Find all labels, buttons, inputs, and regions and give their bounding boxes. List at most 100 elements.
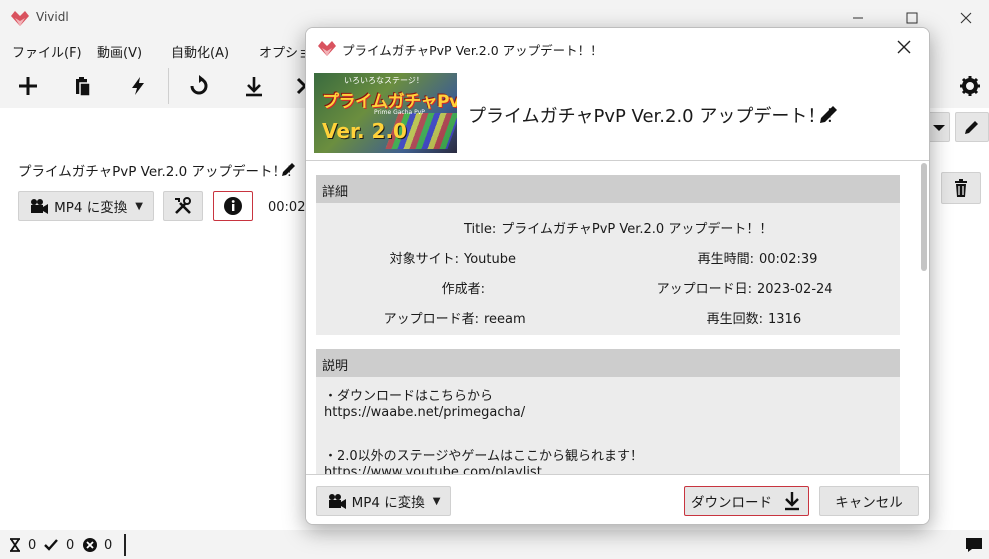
thumbnail-sub: Prime Gacha PvP [374, 109, 425, 116]
detail-views-value: 1316 [768, 312, 802, 327]
paste-button[interactable] [64, 70, 102, 102]
detail-author-row: 作成者: [316, 278, 490, 297]
convert-label: MP4 に変換 [54, 200, 128, 216]
description-heading-label: 説明 [322, 359, 349, 374]
status-bar: 0 0 0 [0, 530, 989, 559]
toolbar-separator [168, 68, 169, 104]
cancel-button[interactable]: キャンセル [819, 486, 919, 516]
gear-icon [960, 76, 980, 96]
dialog-header: いろいろなステージ！ プライムガチャPvP Ver. 2.0 Prime Gac… [306, 66, 929, 161]
info-button[interactable] [213, 191, 253, 221]
dialog-title: プライムガチャPvP Ver.2.0 アップデート！！ [342, 43, 603, 58]
description-link[interactable]: https://www.youtube.com/playlist [324, 465, 542, 474]
trash-icon [955, 179, 967, 197]
details-heading-label: 詳細 [322, 185, 349, 200]
chat-icon[interactable] [965, 537, 983, 553]
description-link[interactable]: https://waabe.net/primegacha/ [324, 405, 525, 420]
waiting-count: 0 [28, 538, 37, 553]
detail-title-row: Title: プライムガチャPvP Ver.2.0 アップデート！！ [464, 218, 772, 237]
error-icon [83, 538, 97, 552]
download-button[interactable]: ダウンロード [684, 486, 809, 516]
quick-download-button[interactable] [119, 70, 157, 102]
detail-duration-row: 再生時間: 00:02:39 [586, 248, 818, 267]
detail-site-value: Youtube [464, 252, 516, 267]
description-heading: 説明 [316, 349, 900, 377]
plus-icon [19, 77, 37, 95]
download-icon [785, 492, 799, 511]
menu-automation[interactable]: 自動化(A) [171, 42, 229, 61]
detail-title-value: プライムガチャPvP Ver.2.0 アップデート！！ [501, 222, 773, 237]
lightning-icon [132, 77, 144, 95]
menu-file[interactable]: ファイル(F) [12, 42, 82, 61]
delete-button[interactable] [941, 172, 981, 204]
window-close-button[interactable] [943, 0, 989, 36]
minimize-icon [853, 17, 863, 19]
convert-dropdown[interactable]: MP4 に変換 ▼ [18, 191, 154, 221]
video-camera-icon [31, 199, 49, 214]
maximize-icon [906, 12, 918, 24]
menu-video[interactable]: 動画(V) [97, 42, 142, 61]
download-label: ダウンロード [691, 495, 772, 511]
close-icon [897, 40, 911, 54]
video-camera-icon [328, 494, 346, 509]
detail-views-row: 再生回数: 1316 [586, 308, 801, 327]
detail-duration-value: 00:02:39 [759, 252, 818, 267]
dialog-body: 詳細 Title: プライムガチャPvP Ver.2.0 アップデート！！ 対象サ… [306, 162, 929, 474]
dialog-convert-label: MP4 に変換 [351, 495, 425, 511]
download-icon [246, 77, 262, 97]
info-icon [224, 197, 242, 215]
rename-button[interactable] [955, 112, 989, 142]
detail-author-key: 作成者: [441, 282, 485, 297]
cancel-label: キャンセル [835, 495, 903, 511]
failed-count: 0 [104, 538, 113, 553]
description-line: ・2.0以外のステージやゲームはここから観られます！ [324, 449, 644, 464]
tools-button[interactable] [163, 191, 203, 221]
detail-uploader-row: アップロード者: reeam [316, 308, 526, 327]
detail-upload-date-key: アップロード日: [656, 282, 752, 297]
add-button[interactable] [9, 70, 47, 102]
pencil-icon [965, 121, 978, 134]
close-icon [960, 12, 972, 24]
detail-uploader-value: reeam [484, 312, 526, 327]
tools-icon [175, 197, 191, 214]
refresh-icon [190, 75, 208, 95]
header-title: プライムガチャPvP Ver.2.0 アップデート！！ [468, 106, 844, 127]
video-thumbnail: いろいろなステージ！ プライムガチャPvP Ver. 2.0 Prime Gac… [314, 73, 457, 153]
item-title: プライムガチャPvP Ver.2.0 アップデート！！ [18, 164, 300, 180]
app-logo-icon [11, 11, 29, 26]
dialog-convert-dropdown[interactable]: MP4 に変換 ▼ [316, 486, 451, 516]
download-all-button[interactable] [235, 70, 273, 102]
description-panel: ・ダウンロードはこちらから https://waabe.net/primegac… [316, 377, 900, 474]
chevron-down-icon: ▼ [135, 200, 143, 212]
app-logo-icon [318, 41, 336, 56]
status-separator [124, 534, 126, 556]
check-icon [44, 539, 58, 551]
details-panel: Title: プライムガチャPvP Ver.2.0 アップデート！！ 対象サイト:… [316, 203, 900, 335]
refresh-button[interactable] [180, 70, 218, 102]
details-heading: 詳細 [316, 175, 900, 203]
done-count: 0 [66, 538, 75, 553]
detail-upload-date-value: 2023-02-24 [757, 282, 833, 297]
detail-site-key: 対象サイト: [389, 252, 459, 267]
pencil-icon[interactable] [818, 103, 840, 125]
settings-button[interactable] [951, 70, 989, 102]
detail-views-key: 再生回数: [706, 312, 763, 327]
detail-upload-date-row: アップロード日: 2023-02-24 [586, 278, 833, 297]
dialog-close-button[interactable] [887, 32, 921, 62]
scrollbar-thumb[interactable] [921, 163, 927, 271]
item-duration: 00:02: [268, 200, 310, 215]
clipboard-icon [76, 77, 91, 97]
thumbnail-line2: Ver. 2.0 [322, 119, 407, 143]
pencil-icon[interactable] [280, 160, 298, 178]
chevron-down-icon: ▼ [432, 495, 441, 507]
dialog-footer: MP4 に変換 ▼ ダウンロード キャンセル [306, 474, 929, 524]
dialog-title-bar: プライムガチャPvP Ver.2.0 アップデート！！ [306, 28, 929, 66]
sort-button[interactable] [928, 112, 950, 142]
sort-icon [933, 125, 945, 131]
description-line: ・ダウンロードはこちらから [324, 389, 494, 404]
thumbnail-top-text: いろいろなステージ！ [344, 76, 424, 85]
detail-duration-key: 再生時間: [697, 252, 754, 267]
video-info-dialog: プライムガチャPvP Ver.2.0 アップデート！！ いろいろなステージ！ プ… [305, 27, 930, 525]
detail-title-key: Title: [464, 222, 497, 237]
app-title: Vividl [36, 10, 69, 24]
